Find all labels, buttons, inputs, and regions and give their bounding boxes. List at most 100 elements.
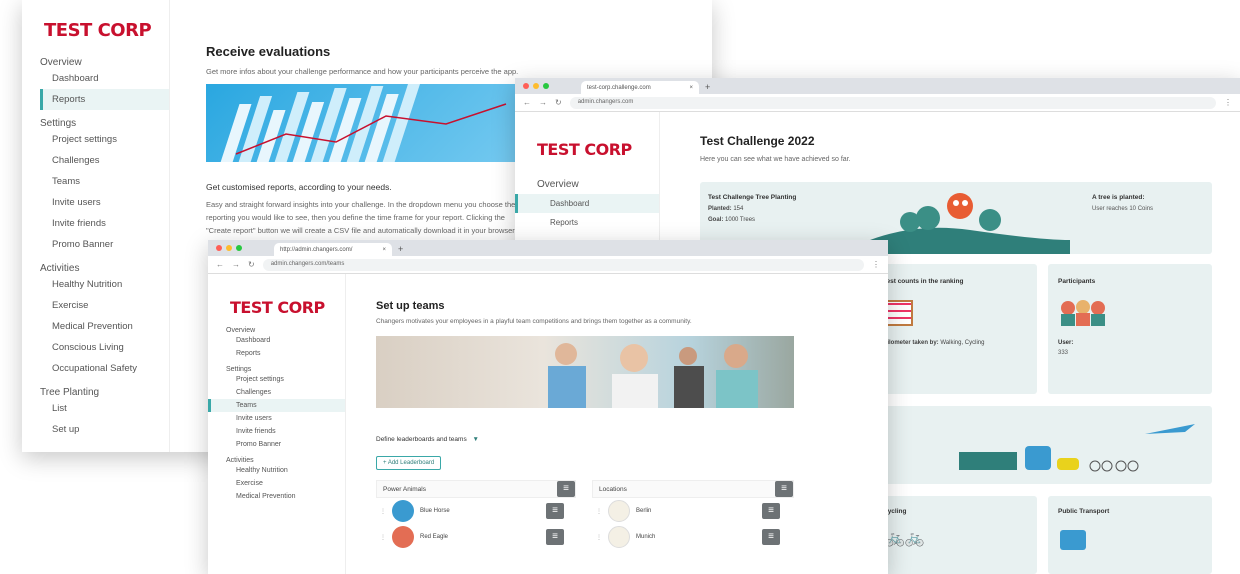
browser-tab-strip: test-corp.challenge.com × +: [515, 78, 1240, 94]
sidebar-item-exercise[interactable]: Exercise: [226, 477, 345, 490]
url-field[interactable]: admin.changers.com/teams: [262, 258, 864, 271]
menu-icon[interactable]: ≡: [557, 481, 575, 497]
team-row: ⋮ Blue Horse ≡: [376, 498, 576, 524]
browser-tab[interactable]: test-corp.challenge.com ×: [581, 81, 699, 94]
section-body: Easy and straight forward insights into …: [206, 200, 517, 235]
leaderboard-header: Locations ≡: [592, 480, 794, 498]
drag-handle-icon[interactable]: ⋮: [380, 534, 386, 541]
team-photo-banner: [376, 336, 794, 408]
team-row: ⋮ Red Eagle ≡: [376, 524, 576, 550]
logo: TEST CORP: [44, 20, 152, 41]
team-avatar: [608, 526, 630, 548]
sidebar-item-occupational-safety[interactable]: Occupational Safety: [40, 358, 169, 379]
sidebar-item-healthy-nutrition[interactable]: Healthy Nutrition: [226, 464, 345, 477]
sidebar-item-dashboard[interactable]: Dashboard: [40, 68, 169, 89]
kilometer-value: Walking, Cycling: [940, 340, 985, 346]
extensions-icon[interactable]: ⋮: [872, 260, 880, 269]
ranking-card-title: Test counts in the ranking: [883, 278, 964, 285]
sidebar-item-promo-banner[interactable]: Promo Banner: [226, 438, 345, 451]
sidebar-item-reports[interactable]: Reports: [515, 213, 659, 232]
goal-label: Goal:: [708, 217, 724, 223]
extensions-icon[interactable]: ⋮: [1224, 98, 1232, 107]
sidebar-item-medical-prevention[interactable]: Medical Prevention: [40, 316, 169, 337]
team-name: Berlin: [636, 508, 652, 514]
sidebar-item-medical-prevention[interactable]: Medical Prevention: [226, 490, 345, 503]
forward-icon[interactable]: →: [232, 260, 240, 269]
close-icon[interactable]: ×: [689, 85, 693, 91]
reports-banner-image: [206, 84, 516, 162]
sidebar-item-teams[interactable]: Teams: [208, 399, 345, 412]
sidebar-item-project-settings[interactable]: Project settings: [226, 373, 345, 386]
drag-handle-icon[interactable]: ⋮: [596, 508, 602, 515]
forward-icon[interactable]: →: [539, 98, 547, 107]
reload-icon[interactable]: ↻: [248, 260, 255, 269]
back-icon[interactable]: ←: [523, 98, 531, 107]
kilometer-label: Kilometer taken by:: [883, 340, 939, 346]
tab-title: http://admin.changers.com/: [280, 246, 353, 253]
sidebar-item-challenges[interactable]: Challenges: [226, 386, 345, 399]
nav-section-settings: Settings: [226, 366, 252, 373]
nav-section-overview: Overview: [40, 57, 82, 68]
sidebar-item-invite-users[interactable]: Invite users: [40, 192, 169, 213]
team-row: ⋮ Munich ≡: [592, 524, 794, 550]
users-value: 333: [1058, 350, 1069, 356]
transport-illustration: [959, 424, 1195, 472]
sidebar-item-dashboard[interactable]: Dashboard: [226, 334, 345, 347]
new-tab-icon[interactable]: +: [398, 244, 403, 254]
address-bar: ← → ↻ admin.changers.com/teams ⋮: [208, 256, 888, 274]
sidebar-item-reports[interactable]: Reports: [226, 347, 345, 360]
logo: TEST CORP: [537, 140, 632, 159]
participants-card-title: Participants: [1058, 278, 1096, 285]
nav-section-overview: Overview: [226, 327, 256, 334]
page-title: Set up teams: [376, 300, 445, 312]
transport-card: [855, 406, 1212, 484]
team-avatar: [392, 500, 414, 522]
menu-icon[interactable]: ≡: [546, 529, 564, 545]
menu-icon[interactable]: ≡: [762, 529, 780, 545]
leaderboard-header: Power Animals ≡: [376, 480, 576, 498]
menu-icon[interactable]: ≡: [546, 503, 564, 519]
url-field[interactable]: admin.changers.com: [569, 96, 1216, 109]
new-tab-icon[interactable]: +: [705, 82, 710, 92]
drag-handle-icon[interactable]: ⋮: [596, 534, 602, 541]
sidebar-item-set-up[interactable]: Set up: [40, 419, 169, 440]
chevron-down-icon[interactable]: ▼: [473, 436, 479, 443]
people-icon: [1061, 300, 1105, 326]
browser-tab[interactable]: http://admin.changers.com/ ×: [274, 243, 392, 256]
sidebar-item-healthy-nutrition[interactable]: Healthy Nutrition: [40, 274, 169, 295]
sidebar-item-challenges[interactable]: Challenges: [40, 150, 169, 171]
nav-section-settings: Settings: [40, 118, 77, 129]
nav-section-activities: Activities: [40, 263, 80, 274]
add-leaderboard-button[interactable]: + Add Leaderboard: [376, 456, 442, 470]
team-row: ⋮ Berlin ≡: [592, 498, 794, 524]
tree-card-side-title: A tree is planted:: [1092, 194, 1145, 201]
drag-handle-icon[interactable]: ⋮: [380, 508, 386, 515]
sidebar-item-project-settings[interactable]: Project settings: [40, 129, 169, 150]
sidebar-item-exercise[interactable]: Exercise: [40, 295, 169, 316]
bar-chart-illustration: [220, 84, 507, 162]
sidebar-item-invite-friends[interactable]: Invite friends: [226, 425, 345, 438]
sidebar-item-promo-banner[interactable]: Promo Banner: [40, 234, 169, 255]
team-name: Munich: [636, 534, 656, 540]
back-icon[interactable]: ←: [216, 260, 224, 269]
nav-section-activities: Activities: [226, 457, 254, 464]
sidebar-item-conscious-living[interactable]: Conscious Living: [40, 337, 169, 358]
sidebar-item-teams[interactable]: Teams: [40, 171, 169, 192]
reload-icon[interactable]: ↻: [555, 98, 562, 107]
menu-icon[interactable]: ≡: [775, 481, 793, 497]
sidebar-item-dashboard[interactable]: Dashboard: [515, 194, 659, 213]
sidebar-item-invite-users[interactable]: Invite users: [226, 412, 345, 425]
sidebar-item-invite-friends[interactable]: Invite friends: [40, 213, 169, 234]
leaderboard-power-animals: Power Animals ≡ ⋮ Blue Horse ≡ ⋮ Red Eag…: [376, 480, 576, 550]
bicycle-icon: 🚲🚲: [885, 530, 925, 547]
logo: TEST CORP: [230, 298, 325, 317]
page-subtitle: Here you can see what we have achieved s…: [700, 156, 851, 163]
sidebar-item-reports[interactable]: Reports: [40, 89, 169, 110]
menu-icon[interactable]: ≡: [762, 503, 780, 519]
leaderboard-name: Power Animals: [383, 485, 426, 493]
close-icon[interactable]: ×: [382, 247, 386, 253]
page-subtitle: Get more infos about your challenge perf…: [206, 67, 519, 76]
planted-label: Planted:: [708, 206, 732, 212]
team-photo-illustration: [548, 343, 758, 408]
sidebar-item-list[interactable]: List: [40, 398, 169, 419]
